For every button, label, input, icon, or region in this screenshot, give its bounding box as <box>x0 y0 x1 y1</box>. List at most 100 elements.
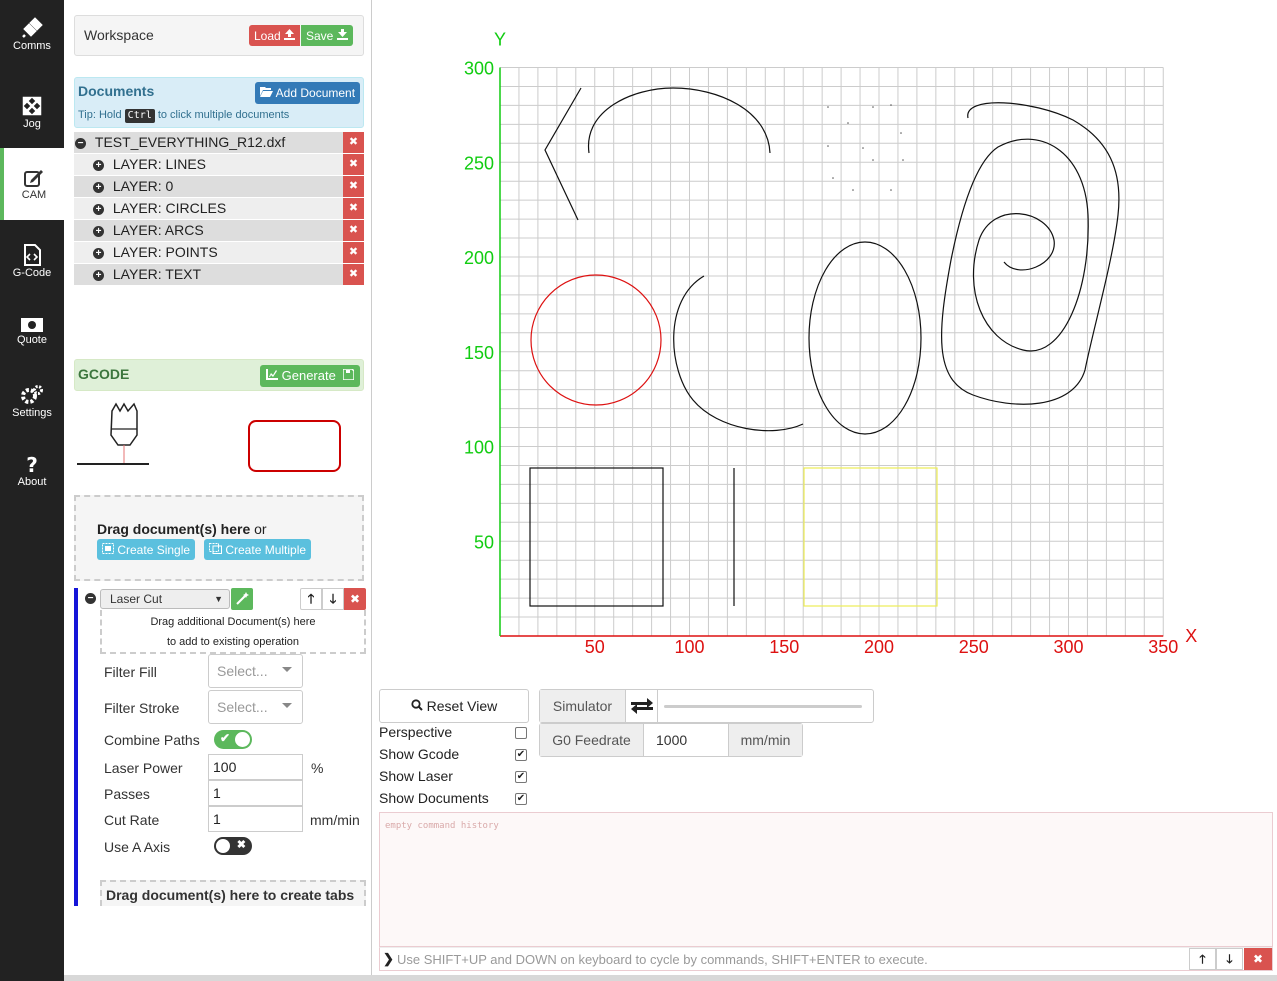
remove-layer-button[interactable]: ✖ <box>343 220 364 241</box>
reset-view-button[interactable]: Reset View <box>379 689 529 723</box>
generate-button[interactable]: Generate <box>260 365 361 387</box>
layer-row[interactable]: + LAYER: POINTS ✖ <box>74 242 364 263</box>
cut-rate-input[interactable]: 1 <box>208 806 303 832</box>
create-single-button[interactable]: Create Single <box>97 539 196 560</box>
add-document-button[interactable]: Add Document <box>255 82 361 104</box>
save-icon <box>342 368 355 381</box>
remove-document-button[interactable]: ✖ <box>343 132 364 153</box>
save-button[interactable]: Save <box>301 25 353 46</box>
layer-row[interactable]: + LAYER: CIRCLES ✖ <box>74 198 364 219</box>
folder-open-icon <box>260 87 273 97</box>
operation-panel: − Laser Cut ▼ 🡑 🡓 ✖ Drag additional Docu… <box>74 588 366 906</box>
expand-icon[interactable]: + <box>93 203 104 215</box>
remove-layer-button[interactable]: ✖ <box>343 264 364 285</box>
create-multiple-button[interactable]: Create Multiple <box>204 539 312 560</box>
grid <box>499 67 1164 637</box>
layer-name: LAYER: LINES <box>112 156 207 172</box>
layer-row[interactable]: + LAYER: 0 ✖ <box>74 176 364 197</box>
console-input-row: ❯ Use SHIFT+UP and DOWN on keyboard to c… <box>379 947 1273 971</box>
passes-input[interactable]: 1 <box>208 780 303 806</box>
console-history[interactable]: empty command history <box>379 812 1273 947</box>
wand-button[interactable] <box>231 588 253 610</box>
arrow-down-icon: 🡓 <box>1226 952 1233 966</box>
remove-operation-button[interactable]: ✖ <box>344 588 366 610</box>
remove-layer-button[interactable]: ✖ <box>343 176 364 197</box>
generate-label: Generate <box>281 368 336 383</box>
expand-icon[interactable]: + <box>93 269 104 281</box>
simulator-slider[interactable] <box>664 705 862 708</box>
layer-row[interactable]: + LAYER: TEXT ✖ <box>74 264 364 285</box>
nav-label: Settings <box>12 407 52 419</box>
history-down-button[interactable]: 🡓 <box>1216 948 1243 970</box>
simulator-group: Simulator <box>539 689 874 723</box>
filter-fill-select[interactable]: Select... <box>208 654 303 688</box>
multi-select-icon <box>209 543 222 554</box>
laser-power-input[interactable]: 100 <box>208 754 303 780</box>
expand-icon[interactable]: + <box>93 181 104 193</box>
workspace-canvas[interactable]: 50 100 150 200 250 300 350 50 100 150 200 250 300 X Y <box>373 0 1277 680</box>
nav-item-about[interactable]: ? About <box>0 455 64 525</box>
remove-layer-button[interactable]: ✖ <box>343 198 364 219</box>
upload-icon <box>284 29 296 40</box>
g0-feedrate-input[interactable]: 1000 <box>644 724 728 756</box>
use-a-axis-toggle[interactable]: ✖ <box>214 837 252 855</box>
nav-item-quote[interactable]: Quote <box>0 317 64 387</box>
nav-item-gcode[interactable]: G-Code <box>0 244 64 314</box>
laser-power-unit: % <box>311 760 324 776</box>
remove-layer-button[interactable]: ✖ <box>343 154 364 175</box>
document-row[interactable]: − TEST_EVERYTHING_R12.dxf ✖ <box>74 132 364 153</box>
x-tick-label: 150 <box>769 637 799 657</box>
console-input[interactable]: Use SHIFT+UP and DOWN on keyboard to cyc… <box>397 952 928 967</box>
combine-paths-toggle[interactable]: ✔ <box>214 730 252 749</box>
layer-row[interactable]: + LAYER: LINES ✖ <box>74 154 364 175</box>
operation-type-select[interactable]: Laser Cut ▼ <box>100 589 230 609</box>
plug-icon <box>22 17 43 38</box>
nav-label: Comms <box>13 40 51 52</box>
nav-item-settings[interactable]: Settings <box>0 384 64 454</box>
nav-item-cam[interactable]: CAM <box>0 148 64 220</box>
dropzone-or: or <box>254 521 267 537</box>
simulator-toggle-button[interactable] <box>626 690 658 722</box>
expand-icon[interactable]: + <box>93 225 104 237</box>
expand-icon[interactable]: + <box>93 247 104 259</box>
collapse-icon[interactable]: − <box>75 137 86 149</box>
collapse-operation-icon[interactable]: − <box>85 593 96 604</box>
load-button[interactable]: Load <box>249 25 301 46</box>
nav-label: Quote <box>17 334 47 346</box>
nav-item-comms[interactable]: Comms <box>0 17 64 87</box>
cut-rate-unit: mm/min <box>310 812 360 828</box>
filter-stroke-placeholder: Select... <box>217 699 268 715</box>
svg-text:?: ? <box>26 455 38 475</box>
layer-name: LAYER: CIRCLES <box>112 200 227 216</box>
x-tick-label: 200 <box>864 637 894 657</box>
perspective-checkbox[interactable] <box>515 727 527 739</box>
show-laser-checkbox[interactable]: ✔ <box>515 771 527 783</box>
layer-name: LAYER: TEXT <box>112 266 202 282</box>
x-tick-label: 250 <box>959 637 989 657</box>
arrow-up-icon: 🡑 <box>1199 952 1206 966</box>
history-up-button[interactable]: 🡑 <box>1189 948 1216 970</box>
tabs-dropzone-text: Drag document(s) here to create tabs <box>106 887 355 903</box>
tip-suffix: to click multiple documents <box>157 109 290 121</box>
operation-dropzone[interactable]: Drag additional Document(s) here to add … <box>100 610 366 654</box>
show-gcode-row: Show Gcode ✔ <box>379 746 527 766</box>
search-icon <box>411 699 423 711</box>
expand-icon[interactable]: + <box>93 159 104 171</box>
nav-label: Jog <box>23 118 41 130</box>
arrow-up-icon: 🡑 <box>307 591 315 606</box>
ellipse-shape <box>808 241 922 435</box>
g0-feedrate-group: G0 Feedrate 1000 mm/min <box>539 723 803 757</box>
select-icon <box>102 543 114 554</box>
remove-layer-button[interactable]: ✖ <box>343 242 364 263</box>
create-operation-dropzone[interactable]: Drag document(s) here or Create Single C… <box>74 495 364 581</box>
x-tick-label: 350 <box>1148 637 1178 657</box>
move-down-button[interactable]: 🡓 <box>322 588 344 610</box>
show-documents-checkbox[interactable]: ✔ <box>515 793 527 805</box>
show-gcode-checkbox[interactable]: ✔ <box>515 749 527 761</box>
y-tick-label: 250 <box>464 153 494 173</box>
tabs-dropzone[interactable]: Drag document(s) here to create tabs <box>100 880 366 906</box>
move-up-button[interactable]: 🡑 <box>300 588 322 610</box>
layer-row[interactable]: + LAYER: ARCS ✖ <box>74 220 364 241</box>
filter-stroke-select[interactable]: Select... <box>208 690 303 724</box>
clear-console-button[interactable]: ✖ <box>1244 948 1272 970</box>
